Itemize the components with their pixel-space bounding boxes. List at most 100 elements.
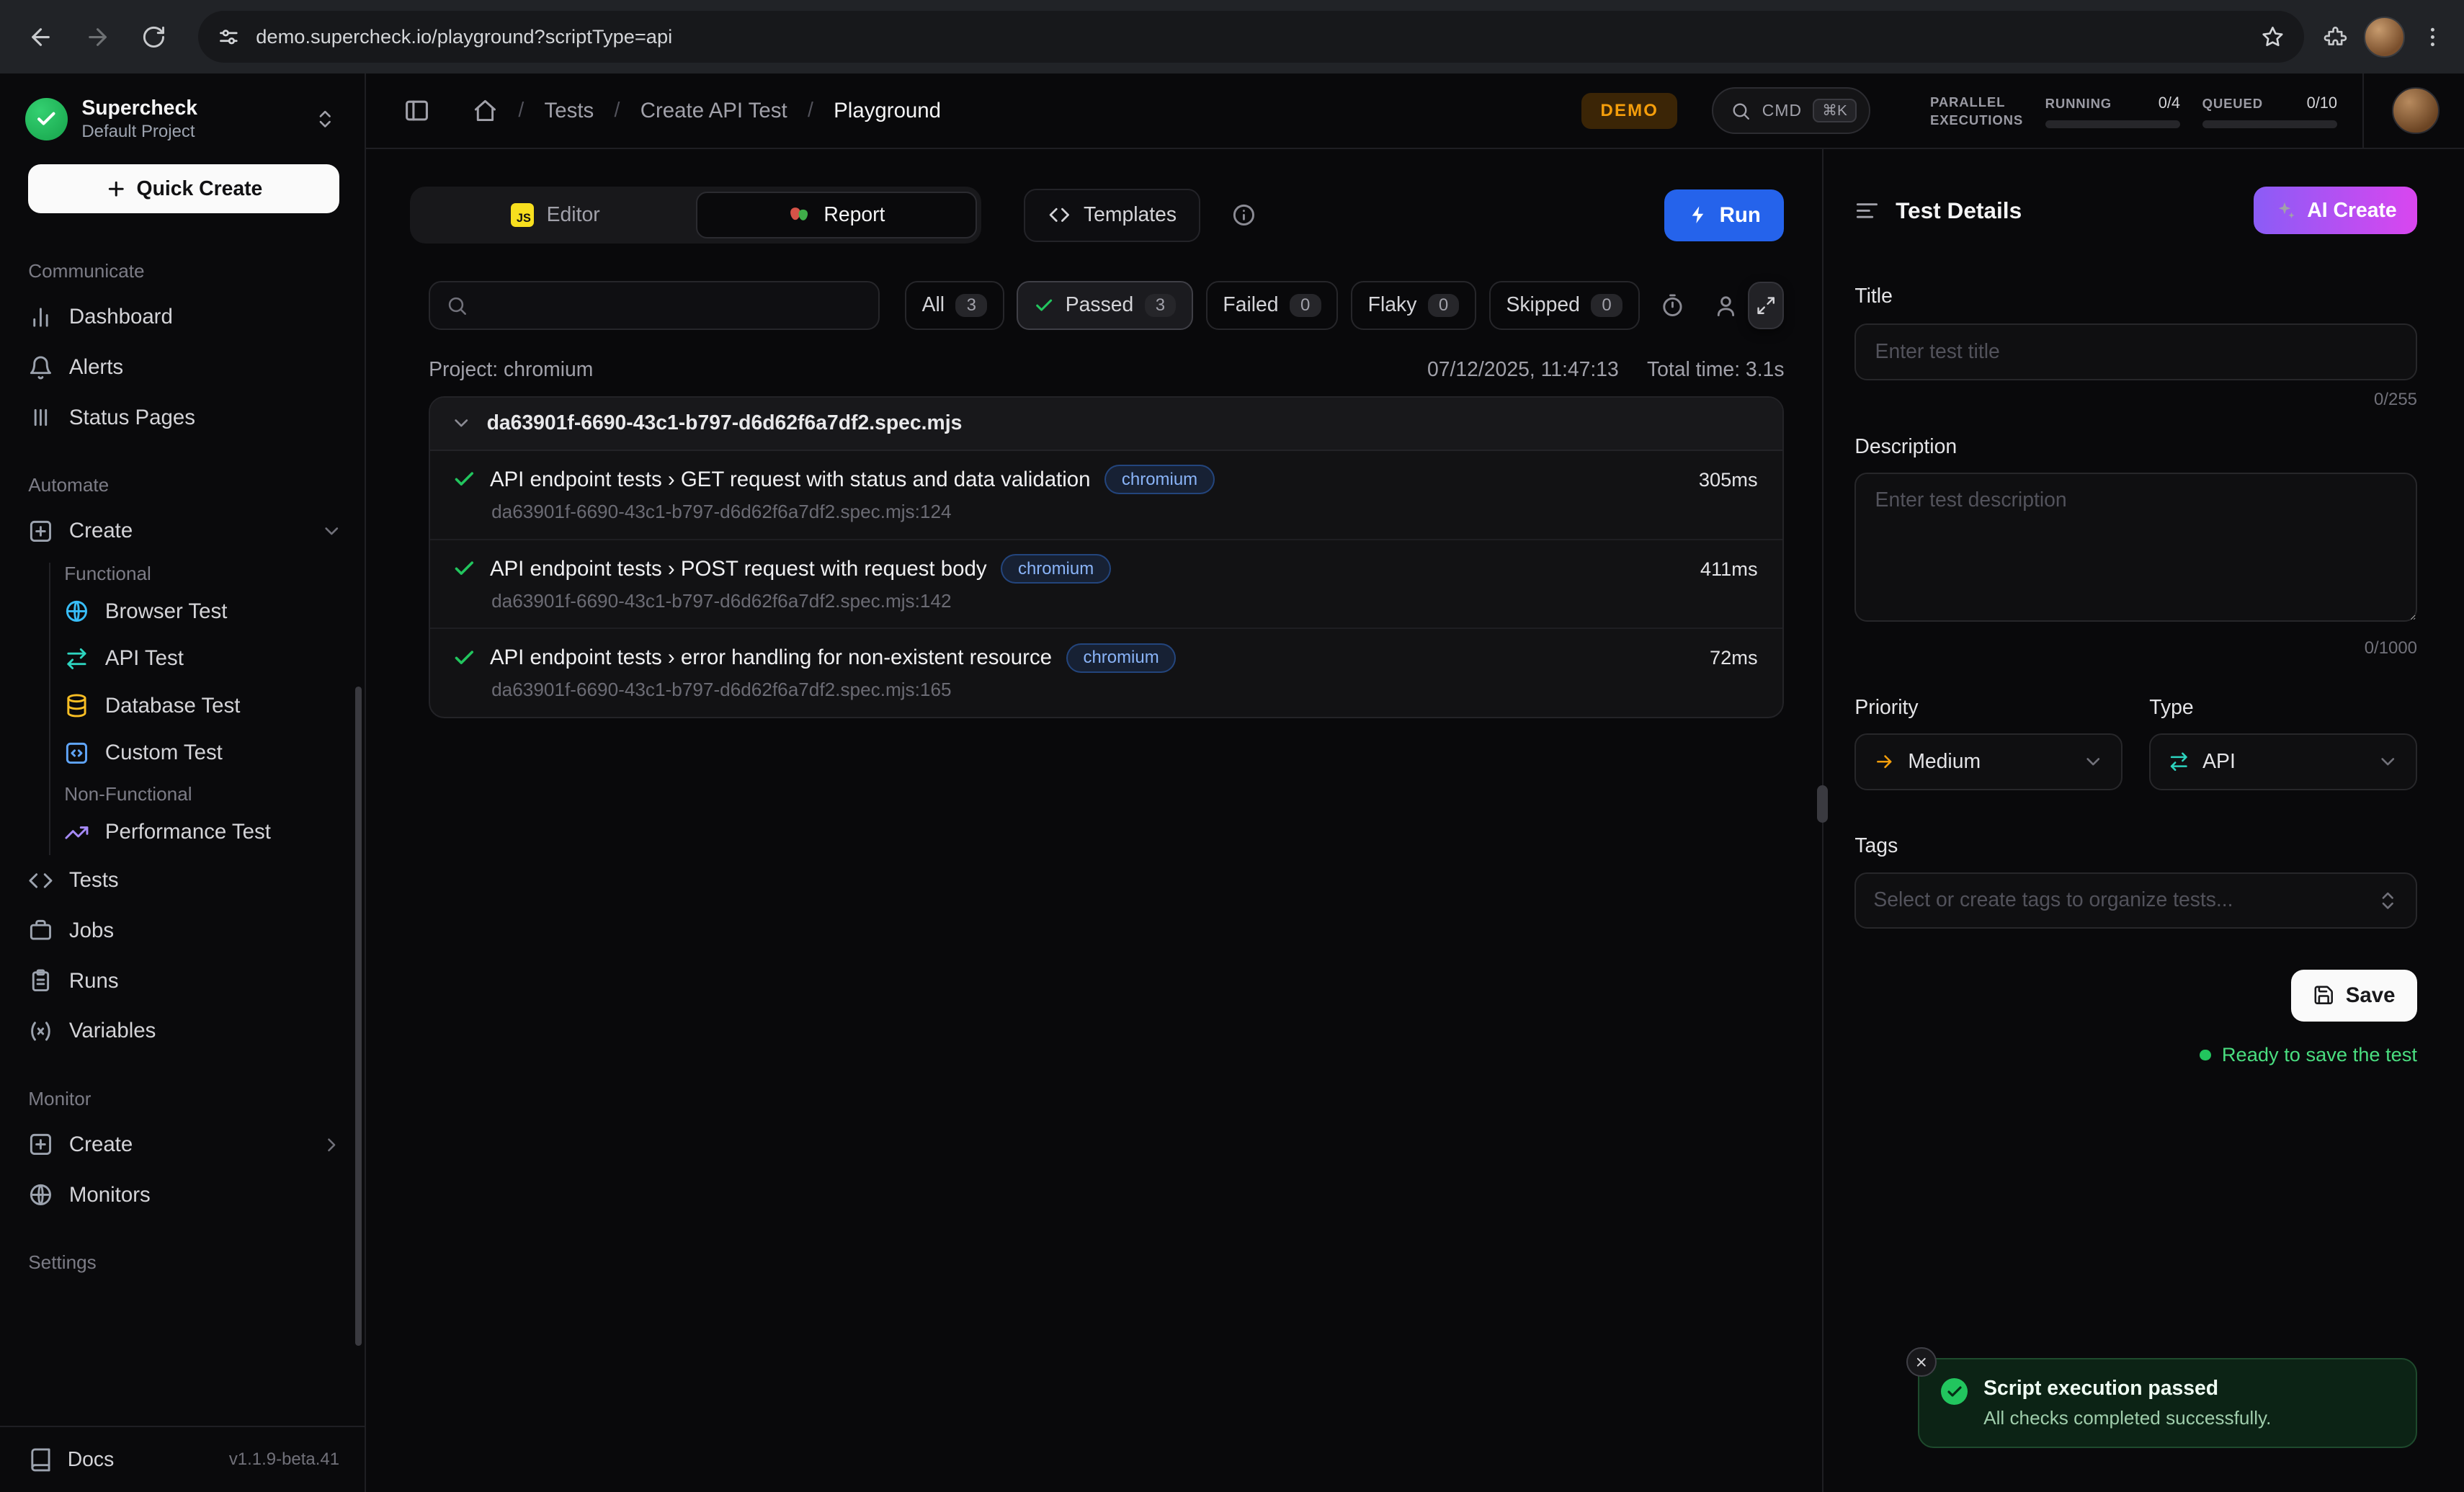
plus-square-icon <box>28 519 53 544</box>
sidebar-item-variables[interactable]: Variables <box>0 1006 365 1057</box>
sidebar-item-status-pages[interactable]: Status Pages <box>0 393 365 443</box>
executions-cluster: PARALLEL EXECUTIONS RUNNING 0/4 <box>1930 93 2337 129</box>
bookmark-star-icon[interactable] <box>2260 24 2285 50</box>
panel-toggle-button[interactable] <box>403 97 430 124</box>
running-label: RUNNING <box>2045 96 2112 112</box>
reload-button[interactable] <box>129 12 179 62</box>
js-icon: JS <box>511 203 535 227</box>
title-input[interactable] <box>1854 323 2417 380</box>
description-textarea[interactable] <box>1854 473 2417 622</box>
sidebar-item-alerts[interactable]: Alerts <box>0 342 365 393</box>
workspace-toggle-button[interactable] <box>308 102 342 136</box>
panel-left-icon <box>403 97 430 124</box>
spec-file-header[interactable]: da63901f-6690-43c1-b797-d6d62f6a7df2.spe… <box>430 398 1782 451</box>
test-title: API endpoint tests › GET request with st… <box>490 468 1091 492</box>
sidebar-item-label: Dashboard <box>69 305 173 329</box>
sidebar-item-create-monitor[interactable]: Create <box>0 1120 365 1170</box>
section-automate: Automate <box>0 474 365 496</box>
description-counter: 0/1000 <box>1854 638 2417 658</box>
url-bar[interactable]: demo.supercheck.io/playground?scriptType… <box>198 11 2304 63</box>
plus-square-icon <box>28 1132 53 1157</box>
home-button[interactable] <box>473 98 498 123</box>
bar-chart-icon <box>28 305 53 330</box>
details-header: Test Details AI Create <box>1854 187 2417 233</box>
sidebar-item-custom-test[interactable]: Custom Test <box>50 729 365 776</box>
ai-create-button[interactable]: AI Create <box>2254 187 2417 233</box>
sidebar-item-performance-test[interactable]: Performance Test <box>50 808 365 855</box>
workspace-meta: Supercheck Default Project <box>81 96 294 143</box>
chip-label: All <box>922 293 945 317</box>
filter-chip-flaky[interactable]: Flaky 0 <box>1351 281 1476 330</box>
tags-select[interactable]: Select or create tags to organize tests.… <box>1854 872 2417 929</box>
browser-profile-avatar[interactable] <box>2364 17 2405 58</box>
test-duration: 72ms <box>1710 646 1758 669</box>
save-button[interactable]: Save <box>2291 970 2418 1022</box>
test-result-row[interactable]: API endpoint tests › error handling for … <box>430 629 1782 717</box>
priority-select[interactable]: Medium <box>1854 733 2122 790</box>
plus-icon <box>105 178 128 200</box>
run-button[interactable]: Run <box>1664 189 1784 241</box>
filter-chip-all[interactable]: All 3 <box>905 281 1004 330</box>
breadcrumb-playground: Playground <box>834 99 941 123</box>
sidebar-item-runs[interactable]: Runs <box>0 956 365 1006</box>
chip-label: Passed <box>1066 293 1134 317</box>
running-group: RUNNING 0/4 <box>2045 94 2180 128</box>
sidebar-item-database-test[interactable]: Database Test <box>50 682 365 729</box>
report-search-box[interactable] <box>429 281 880 330</box>
sidebar: Supercheck Default Project Quick Create … <box>0 73 366 1492</box>
chrome-actions <box>2323 17 2448 58</box>
breadcrumb-create-api-test[interactable]: Create API Test <box>640 99 787 123</box>
details-title: Test Details <box>1896 197 2022 224</box>
test-path: da63901f-6690-43c1-b797-d6d62f6a7df2.spe… <box>491 590 1757 612</box>
chip-label: Failed <box>1223 293 1278 317</box>
templates-button[interactable]: Templates <box>1024 189 1200 242</box>
chrome-menu-button[interactable] <box>2420 24 2445 50</box>
expand-report-button[interactable] <box>1748 282 1784 329</box>
sidebar-scrollbar[interactable] <box>355 687 362 1346</box>
filter-chip-skipped[interactable]: Skipped 0 <box>1489 281 1640 330</box>
home-icon <box>473 98 498 123</box>
topbar-right: DEMO CMD ⌘K PARALLEL EXECUTIONS <box>1581 73 2464 148</box>
report-search-input[interactable] <box>481 293 862 317</box>
tab-report[interactable]: Report <box>696 192 977 238</box>
workspace-switcher[interactable]: Supercheck Default Project <box>0 73 365 158</box>
sidebar-item-dashboard[interactable]: Dashboard <box>0 292 365 342</box>
test-result-row[interactable]: API endpoint tests › GET request with st… <box>430 451 1782 540</box>
filter-chip-failed[interactable]: Failed 0 <box>1206 281 1339 330</box>
sidebar-item-tests[interactable]: Tests <box>0 855 365 906</box>
title-counter: 0/255 <box>1854 390 2417 410</box>
timer-icon <box>1660 293 1685 318</box>
chip-count: 0 <box>1428 294 1460 317</box>
back-button[interactable] <box>16 12 66 62</box>
sidebar-item-jobs[interactable]: Jobs <box>0 906 365 956</box>
duration-toggle-button[interactable] <box>1652 285 1693 326</box>
breadcrumb-tests[interactable]: Tests <box>545 99 594 123</box>
spec-file-name: da63901f-6690-43c1-b797-d6d62f6a7df2.spe… <box>487 411 963 435</box>
info-button[interactable] <box>1225 196 1262 233</box>
sidebar-item-browser-test[interactable]: Browser Test <box>50 588 365 635</box>
command-search-button[interactable]: CMD ⌘K <box>1712 87 1870 134</box>
sidebar-item-create-automate[interactable]: Create <box>0 506 365 556</box>
user-avatar[interactable] <box>2392 87 2439 134</box>
browser-badge: chromium <box>1001 554 1111 584</box>
back-arrow-icon <box>27 24 54 50</box>
templates-label: Templates <box>1084 203 1177 227</box>
swap-arrows-icon <box>2168 751 2190 773</box>
toast-close-button[interactable] <box>1906 1347 1936 1377</box>
create-subtree: Functional Browser Test API Test Databas… <box>49 563 365 855</box>
test-result-row[interactable]: API endpoint tests › POST request with r… <box>430 540 1782 630</box>
quick-create-button[interactable]: Quick Create <box>28 164 339 213</box>
tab-editor[interactable]: JS Editor <box>415 192 696 238</box>
panel-resize-handle[interactable] <box>1817 785 1828 823</box>
site-settings-icon[interactable] <box>217 25 241 49</box>
playground-toolbar: JS Editor Report Templates <box>410 187 1785 243</box>
sidebar-item-api-test[interactable]: API Test <box>50 635 365 682</box>
main-area: / Tests / Create API Test / Playground D… <box>366 73 2464 1492</box>
status-dot <box>2200 1050 2210 1060</box>
filter-chip-passed[interactable]: Passed 3 <box>1017 281 1193 330</box>
sidebar-item-monitors[interactable]: Monitors <box>0 1170 365 1220</box>
extensions-button[interactable] <box>2323 24 2348 50</box>
type-select[interactable]: API <box>2149 733 2417 790</box>
forward-button[interactable] <box>72 12 122 62</box>
docs-link[interactable]: Docs <box>68 1448 115 1472</box>
